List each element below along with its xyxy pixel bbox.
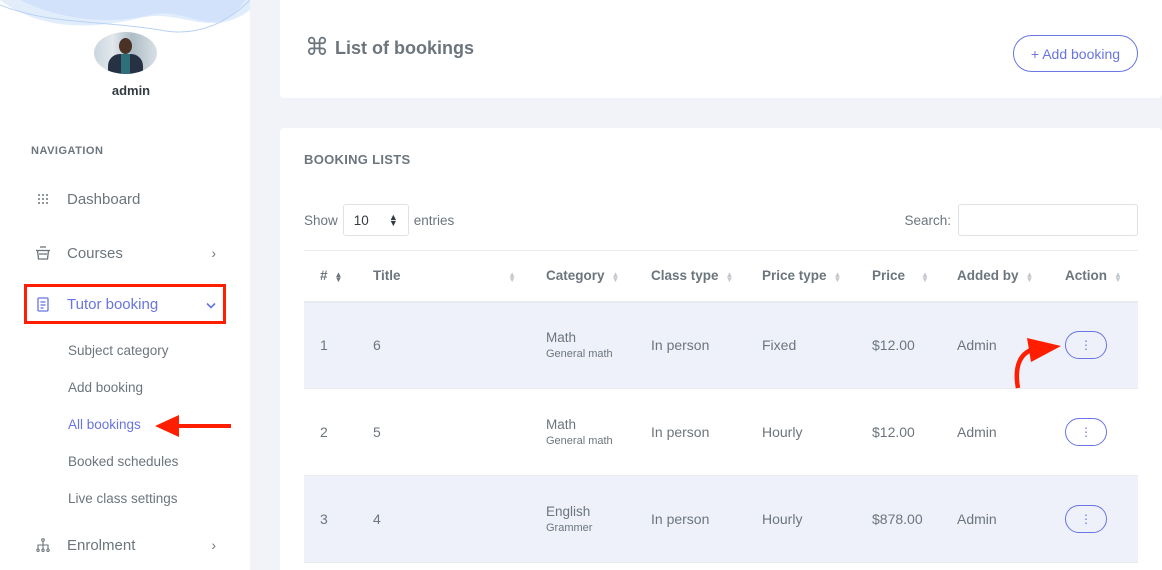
sort-icon: ▲ ▼	[921, 269, 929, 284]
table-row: 3 4 English Grammer In person Hourly $878…	[304, 475, 1138, 563]
cell-number: 2	[304, 388, 357, 476]
bookings-table: # ▲ ▼ Title ▲ ▼ Category ▲ ▼ Class type ▲ ▼ Pric…	[304, 250, 1138, 563]
document-icon	[35, 296, 51, 312]
entries-length-control: Show 10 ▲ ▼ entries	[304, 204, 454, 236]
kebab-menu-icon: ⋮	[1080, 338, 1092, 353]
cell-class-type: In person	[635, 388, 746, 476]
cell-class-type: In person	[635, 301, 746, 389]
sidebar-item-label: Enrolment	[67, 536, 136, 554]
entries-select[interactable]: 10 ▲ ▼	[342, 204, 409, 236]
sidebar-subitem-subject-category[interactable]: Subject category	[68, 343, 169, 358]
cell-title: 5	[357, 388, 530, 476]
sidebar: admin NAVIGATION Dashboard Courses › Tut…	[0, 0, 250, 570]
column-header-added-by[interactable]: Added by ▲ ▼	[941, 251, 1049, 302]
sort-desc-icon: ▲ ▼	[334, 269, 343, 284]
command-icon: ⌘	[305, 34, 329, 61]
column-header-category[interactable]: Category ▲ ▼	[530, 251, 635, 302]
sidebar-subitem-booked-schedules[interactable]: Booked schedules	[68, 454, 178, 469]
sort-icon: ▲ ▼	[1025, 269, 1034, 284]
cell-price: $878.00	[856, 475, 941, 563]
chevron-right-icon: ›	[211, 537, 216, 553]
cell-number: 1	[304, 301, 357, 389]
cell-title: 4	[357, 475, 530, 563]
table-header-row: # ▲ ▼ Title ▲ ▼ Category ▲ ▼ Class type ▲ ▼ Pric…	[304, 250, 1138, 302]
sidebar-subitem-live-class-settings[interactable]: Live class settings	[68, 491, 178, 506]
cell-price: $12.00	[856, 388, 941, 476]
select-updown-icon: ▲ ▼	[388, 212, 398, 228]
sidebar-item-label: Dashboard	[67, 190, 141, 208]
page-title: ⌘ List of bookings	[305, 36, 474, 60]
sort-icon: ▲ ▼	[508, 270, 516, 284]
cell-action: ⋮	[1049, 475, 1138, 563]
sort-icon: ▲ ▼	[833, 269, 842, 284]
column-header-action[interactable]: Action ▲ ▼	[1049, 251, 1138, 302]
more-actions-button[interactable]: ⋮	[1065, 505, 1107, 533]
sidebar-item-dashboard[interactable]: Dashboard	[24, 180, 226, 218]
search-input[interactable]	[958, 204, 1138, 236]
username: admin	[111, 83, 151, 98]
basket-icon	[35, 245, 51, 261]
more-actions-button[interactable]: ⋮	[1065, 418, 1107, 446]
cell-price-type: Hourly	[746, 475, 856, 563]
cell-category: Math General math	[530, 301, 635, 389]
sidebar-item-label: Tutor booking	[67, 295, 159, 313]
cell-added-by: Admin	[941, 475, 1049, 563]
sort-icon: ▲ ▼	[1114, 269, 1122, 284]
cell-title: 6	[357, 301, 530, 389]
add-booking-button[interactable]: + Add booking	[1013, 35, 1138, 72]
entries-label: entries	[413, 212, 455, 228]
annotation-curved-arrow-icon	[1014, 338, 1061, 389]
sidebar-item-enrolment[interactable]: Enrolment ›	[24, 526, 226, 564]
kebab-menu-icon: ⋮	[1080, 512, 1092, 526]
chevron-right-icon: ›	[211, 245, 216, 261]
sidebar-item-courses[interactable]: Courses ›	[24, 234, 226, 272]
cell-category: English Grammer	[530, 475, 635, 563]
hierarchy-icon	[35, 537, 51, 553]
column-header-class-type[interactable]: Class type ▲ ▼	[635, 251, 746, 302]
cell-added-by: Admin	[941, 388, 1049, 476]
cell-price-type: Fixed	[746, 301, 856, 389]
cell-category: Math General math	[530, 388, 635, 476]
column-header-title[interactable]: Title ▲ ▼	[357, 251, 530, 302]
nav-heading: NAVIGATION	[31, 145, 104, 157]
cell-class-type: In person	[635, 475, 746, 563]
card-heading: BOOKING LISTS	[304, 152, 411, 167]
column-header-number[interactable]: # ▲ ▼	[304, 251, 357, 302]
avatar[interactable]	[94, 32, 157, 74]
search-label: Search:	[904, 212, 951, 228]
cell-price: $12.00	[856, 301, 941, 389]
table-row: 2 5 Math General math In person Hourly $1…	[304, 388, 1138, 476]
sort-icon: ▲ ▼	[611, 269, 620, 284]
chevron-down-icon	[206, 296, 216, 312]
kebab-menu-icon: ⋮	[1080, 425, 1092, 439]
cell-number: 3	[304, 475, 357, 563]
column-header-price-type[interactable]: Price type ▲ ▼	[746, 251, 856, 302]
sidebar-item-label: Courses	[67, 244, 123, 262]
sidebar-subitem-add-booking[interactable]: Add booking	[68, 380, 143, 395]
annotation-arrow-icon	[155, 415, 231, 437]
sidebar-item-tutor-booking[interactable]: Tutor booking	[24, 284, 226, 324]
page-header: ⌘ List of bookings + Add booking	[280, 0, 1162, 98]
search-control: Search:	[904, 204, 1138, 236]
more-actions-button[interactable]: ⋮	[1065, 331, 1107, 360]
grid-dots-icon	[35, 191, 51, 207]
page-title-text: List of bookings	[335, 37, 474, 58]
cell-price-type: Hourly	[746, 388, 856, 476]
sort-icon: ▲ ▼	[725, 269, 734, 284]
cell-action: ⋮	[1049, 388, 1138, 476]
show-label: Show	[304, 212, 338, 228]
sidebar-subitem-all-bookings[interactable]: All bookings	[68, 417, 141, 432]
entries-value: 10	[353, 212, 369, 228]
column-header-price[interactable]: Price ▲ ▼	[856, 251, 941, 302]
